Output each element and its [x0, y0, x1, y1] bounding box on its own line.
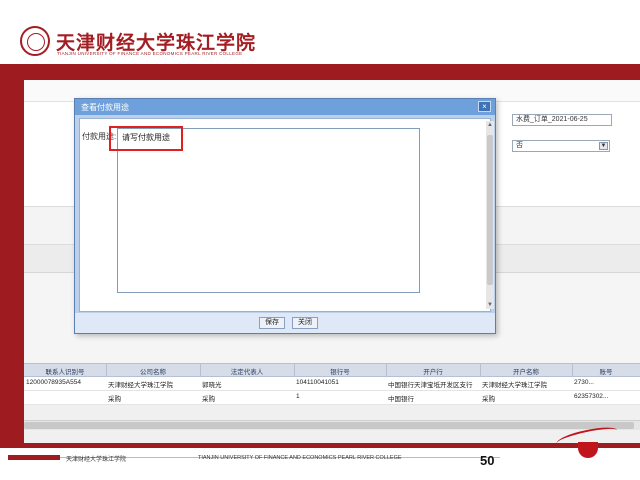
column-header[interactable]: 开户行 [386, 366, 480, 376]
chevron-down-icon[interactable]: ▼ [486, 301, 494, 309]
table-cell: 1 [296, 393, 300, 400]
payment-purpose-textarea[interactable]: 请写付款用途 [117, 128, 420, 293]
footer-university-cn: 天津财经大学珠江学院 [66, 457, 127, 463]
highlight-annotation [109, 126, 183, 151]
column-header[interactable]: 开户名称 [480, 366, 572, 376]
table-row[interactable]: 采购 采购 1 中国银行 采购 62357302... [24, 391, 640, 405]
table-header: 联系人识别号 公司名称 法定代表人 银行号 开户行 开户名称 账号 [24, 363, 640, 378]
table-cell: 采购 [108, 396, 121, 403]
table-cell: 104110041051 [296, 379, 339, 386]
footer-accent-bar [8, 455, 60, 460]
column-header[interactable]: 公司名称 [106, 366, 200, 376]
close-button[interactable]: 关闭 [292, 317, 318, 329]
report-select-value: 否 [516, 142, 523, 149]
table-cell: 天津财经大学珠江学院 [108, 382, 173, 389]
corner-logo-icon [578, 442, 598, 458]
scrollbar-thumb[interactable] [24, 422, 634, 429]
table-cell: 郭晓光 [202, 382, 222, 389]
footer-university-en: TIANJIN UNIVERSITY OF FINANCE AND ECONOM… [198, 455, 402, 461]
horizontal-scrollbar[interactable] [24, 420, 640, 430]
save-button[interactable]: 保存 [259, 317, 285, 329]
table-cell: 2730... [574, 379, 594, 386]
table-cell: 中国银行 [388, 396, 414, 403]
table-cell: 中国银行天津宝坻开发区支行 [388, 382, 473, 389]
column-header[interactable]: 银行号 [294, 366, 386, 376]
dialog-title: 查看付款用途 [81, 103, 129, 112]
column-header[interactable]: 账号 [572, 366, 640, 376]
column-header[interactable]: 联系人识别号 [24, 366, 106, 376]
close-icon[interactable]: × [478, 101, 491, 112]
university-seal-icon [20, 26, 50, 56]
column-header[interactable]: 法定代表人 [200, 366, 294, 376]
slide-header: 天津财经大学珠江学院 TIANJIN UNIVERSITY OF FINANCE… [0, 0, 640, 64]
order-name-input[interactable]: 水费_订单_2021-06-25 [512, 114, 612, 126]
table-cell: 采购 [202, 396, 215, 403]
chevron-down-icon[interactable]: ▼ [599, 142, 608, 150]
scrollbar-thumb[interactable] [487, 135, 493, 285]
table-cell: 采购 [482, 396, 495, 403]
table-cell: 天津财经大学珠江学院 [482, 382, 547, 389]
table-cell: 62357302... [574, 393, 609, 400]
report-select[interactable]: 否 ▼ [512, 140, 610, 152]
table-cell: 12000078935A554 [26, 379, 81, 386]
chevron-up-icon[interactable]: ▲ [486, 121, 494, 129]
page-number: 50 [480, 453, 495, 468]
university-logo-en: TIANJIN UNIVERSITY OF FINANCE AND ECONOM… [57, 51, 243, 56]
table-row[interactable]: 12000078935A554 天津财经大学珠江学院 郭晓光 104110041… [24, 377, 640, 391]
dialog-titlebar[interactable]: 查看付款用途 × [75, 99, 495, 115]
vertical-scrollbar[interactable]: ▲ ▼ [486, 121, 494, 309]
dialog-footer: 保存 关闭 [75, 313, 495, 333]
